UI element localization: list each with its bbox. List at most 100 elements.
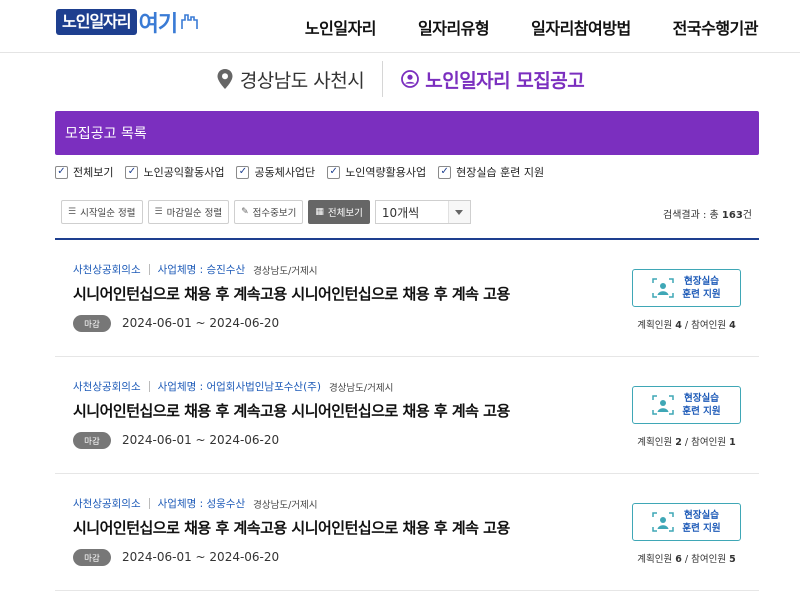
filter-public-service[interactable]: ✓ 노인공익활동사업 <box>125 164 224 180</box>
open-only-button[interactable]: ✎ 접수중보기 <box>234 200 304 224</box>
location-label: 경상남도 사천시 <box>239 69 365 92</box>
meta-separator <box>148 381 150 392</box>
job-listing[interactable]: 사천상공회의소 사업체명 : 어업회사법인남포수산(주) 경상남도/거제시 시니… <box>55 357 759 474</box>
list-banner: 모집공고 목록 <box>55 111 759 155</box>
page-title: 노인일자리 모집공고 <box>401 66 585 93</box>
listing-counts: 계획인원 6 / 참여인원 5 <box>632 551 741 565</box>
plan-label: 계획인원 <box>637 437 676 448</box>
list-icon: ☰ <box>154 207 163 217</box>
badge-text: 현장실습 훈련 지원 <box>682 509 720 535</box>
nav-how-to-join[interactable]: 일자리참여방법 <box>531 15 631 39</box>
listing-meta: 사천상공회의소 사업체명 : 어업회사법인남포수산(주) 경상남도/거제시 <box>73 379 393 394</box>
listing-org: 사천상공회의소 <box>73 381 141 393</box>
location-selector[interactable]: 경상남도 사천시 <box>216 66 365 93</box>
nav-senior-jobs[interactable]: 노인일자리 <box>305 15 377 39</box>
plan-label: 계획인원 <box>637 554 676 565</box>
title-row: 경상남도 사천시 노인일자리 모집공고 <box>0 58 800 100</box>
listing-org: 사천상공회의소 <box>73 264 141 276</box>
field-training-badge: 현장실습 훈련 지원 <box>632 269 741 307</box>
checkbox-check-icon[interactable]: ✓ <box>125 165 139 179</box>
sort-start-button[interactable]: ☰ 시작일순 정렬 <box>61 200 143 224</box>
page-size-value: 10개씩 <box>381 205 420 220</box>
filter-all[interactable]: ✓ 전체보기 <box>55 164 113 180</box>
listing-company: 사업체명 : 승진수산 <box>157 264 246 276</box>
listing-title[interactable]: 시니어인턴십으로 채용 후 계속고용 시니어인턴십으로 채용 후 계속 고용 <box>73 517 510 538</box>
plan-label: 계획인원 <box>637 320 676 331</box>
meta-separator <box>148 498 150 509</box>
listing-dates: 2024-06-01 ~ 2024-06-20 <box>122 316 280 330</box>
trainee-icon <box>652 278 675 298</box>
nav-agencies[interactable]: 전국수행기관 <box>673 15 759 39</box>
listing-title[interactable]: 시니어인턴십으로 채용 후 계속고용 시니어인턴십으로 채용 후 계속 고용 <box>73 400 510 421</box>
filter-label: 전체보기 <box>73 166 114 179</box>
page-title-text: 노인일자리 모집공고 <box>425 69 585 92</box>
main-nav: 노인일자리 일자리유형 일자리참여방법 전국수행기관 <box>305 0 759 53</box>
status-badge: 마감 <box>73 549 111 566</box>
listing-dates: 2024-06-01 ~ 2024-06-20 <box>122 550 280 564</box>
chevron-down-icon[interactable] <box>447 201 470 223</box>
trainee-icon <box>652 512 675 532</box>
filter-label: 공동체사업단 <box>254 166 316 179</box>
page-size-select[interactable]: 10개씩 <box>374 200 471 224</box>
join-label: / 참여인원 <box>681 437 730 448</box>
pencil-icon: ✎ <box>241 207 249 217</box>
job-listing[interactable]: 사천상공회의소 사업체명 : 승진수산 경상남도/거제시 시니어인턴십으로 채용… <box>55 240 759 357</box>
list-icon: ☰ <box>68 207 77 217</box>
listing-company: 사업체명 : 성웅수산 <box>157 498 246 510</box>
listing-counts: 계획인원 2 / 참여인원 1 <box>632 434 741 448</box>
listing-company: 사업체명 : 어업회사법인남포수산(주) <box>157 381 321 393</box>
logo-accent-text: 여기 <box>138 12 178 37</box>
result-suffix: 건 <box>742 210 752 221</box>
nav-job-types[interactable]: 일자리유형 <box>418 15 490 39</box>
badge-line2: 훈련 지원 <box>682 406 721 417</box>
badge-line2: 훈련 지원 <box>682 289 721 300</box>
listing-meta: 사천상공회의소 사업체명 : 성웅수산 경상남도/거제시 <box>73 496 318 511</box>
view-all-button[interactable]: ▦ 전체보기 <box>308 200 370 224</box>
plan-count: 4 <box>675 320 682 331</box>
listing-meta: 사천상공회의소 사업체명 : 승진수산 경상남도/거제시 <box>73 262 318 277</box>
view-all-label: 전체보기 <box>327 208 363 219</box>
sort-end-label: 마감일순 정렬 <box>166 208 223 219</box>
checkbox-check-icon[interactable]: ✓ <box>236 165 250 179</box>
join-count: 5 <box>729 554 736 565</box>
list-toolbar: ☰ 시작일순 정렬 ☰ 마감일순 정렬 ✎ 접수중보기 ▦ 전체보기 10개씩 <box>61 200 471 224</box>
filter-capability-use[interactable]: ✓ 노인역량활용사업 <box>327 164 426 180</box>
sort-end-button[interactable]: ☰ 마감일순 정렬 <box>147 200 230 224</box>
meta-separator <box>148 264 150 275</box>
badge-line1: 현장실습 <box>684 393 719 404</box>
badge-text: 현장실습 훈련 지원 <box>682 275 720 301</box>
join-label: / 참여인원 <box>681 320 730 331</box>
listing-dates: 2024-06-01 ~ 2024-06-20 <box>122 433 280 447</box>
badge-text: 현장실습 훈련 지원 <box>682 392 720 418</box>
grid-icon: ▦ <box>315 207 324 217</box>
location-pin-icon <box>217 69 233 89</box>
logo-main-text: 노인일자리 <box>56 9 137 35</box>
filter-community-business[interactable]: ✓ 공동체사업단 <box>236 164 315 180</box>
trainee-icon <box>652 395 675 415</box>
site-header: 노인일자리 여기 노인일자리 일자리유형 일자리참여방법 전국수행기관 <box>0 0 800 53</box>
category-filters: ✓ 전체보기 ✓ 노인공익활동사업 ✓ 공동체사업단 ✓ 노인역량활용사업 ✓ … <box>55 164 544 180</box>
logo-hand-icon <box>181 14 198 29</box>
result-number: 163 <box>721 210 743 221</box>
listing-region: 경상남도/거제시 <box>253 265 318 277</box>
filter-field-training[interactable]: ✓ 현장실습 훈련 지원 <box>438 164 544 180</box>
join-label: / 참여인원 <box>681 554 730 565</box>
filter-label: 노인공익활동사업 <box>143 166 225 179</box>
title-divider <box>382 61 384 97</box>
field-training-badge: 현장실습 훈련 지원 <box>632 386 741 424</box>
listing-region: 경상남도/거제시 <box>253 499 318 511</box>
join-count: 4 <box>729 320 736 331</box>
badge-line1: 현장실습 <box>684 510 719 521</box>
status-badge: 마감 <box>73 432 111 449</box>
listing-counts: 계획인원 4 / 참여인원 4 <box>632 317 741 331</box>
filter-label: 노인역량활용사업 <box>345 166 427 179</box>
checkbox-check-icon[interactable]: ✓ <box>55 165 68 179</box>
site-logo[interactable]: 노인일자리 여기 <box>56 8 201 37</box>
listing-title[interactable]: 시니어인턴십으로 채용 후 계속고용 시니어인턴십으로 채용 후 계속 고용 <box>73 283 510 304</box>
plan-count: 2 <box>675 437 682 448</box>
result-prefix: 검색결과 : 총 <box>663 210 722 221</box>
checkbox-check-icon[interactable]: ✓ <box>438 165 452 179</box>
join-count: 1 <box>729 437 736 448</box>
job-listing[interactable]: 사천상공회의소 사업체명 : 성웅수산 경상남도/거제시 시니어인턴십으로 채용… <box>55 474 759 591</box>
checkbox-check-icon[interactable]: ✓ <box>327 165 341 179</box>
